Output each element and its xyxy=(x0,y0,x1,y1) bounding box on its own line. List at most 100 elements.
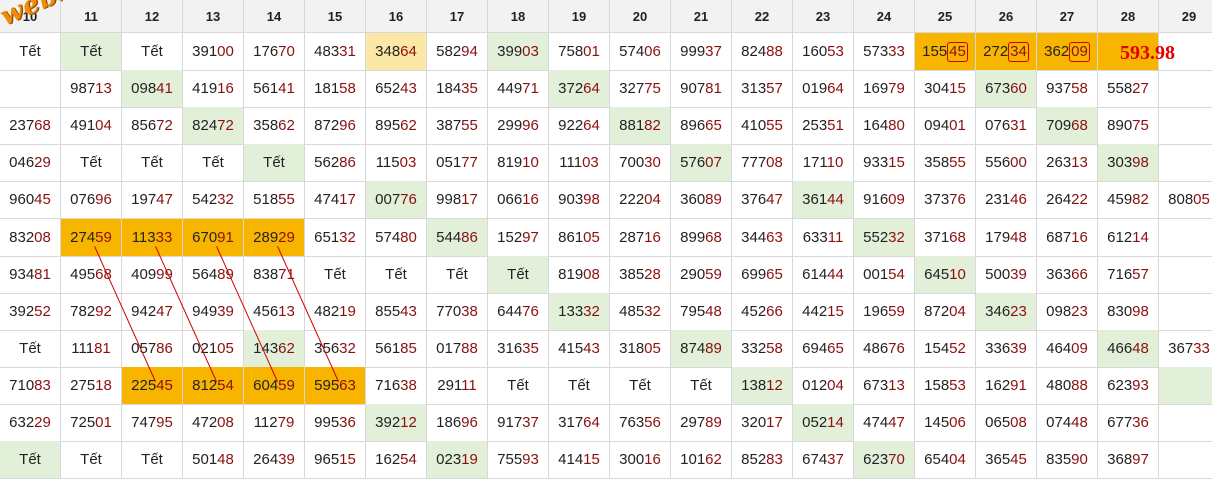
result-cell: 58294 xyxy=(427,33,488,72)
number-head: 999 xyxy=(680,43,706,60)
number-head: 318 xyxy=(619,339,645,357)
number-head: 327 xyxy=(619,80,645,98)
result-cell: 36089 xyxy=(671,181,732,220)
result-cell: 71083 xyxy=(0,366,61,405)
result-cell: 65404 xyxy=(915,441,976,479)
number-tail: 59 xyxy=(705,265,722,283)
column-header: 29 xyxy=(1159,0,1212,33)
number-head: 544 xyxy=(436,228,462,246)
number-tail: 80 xyxy=(400,228,417,246)
column-header: 15 xyxy=(305,0,366,33)
number-head: 830 xyxy=(1107,302,1133,320)
number-tail: 86 xyxy=(461,228,478,246)
number-tail: 48 xyxy=(217,451,234,469)
holiday-label: Tết xyxy=(80,154,102,172)
result-cell: 13332 xyxy=(549,292,610,331)
column-header: 24 xyxy=(854,0,915,33)
number-tail: 53 xyxy=(827,43,844,60)
result-cell: 67736 xyxy=(1098,404,1159,443)
result-cell: 87204 xyxy=(915,292,976,331)
number-tail: 91 xyxy=(1010,376,1027,394)
number-tail: 98 xyxy=(1132,154,1149,172)
result-cell: 01788 xyxy=(427,329,488,368)
number-head: 057 xyxy=(131,339,157,357)
result-cell: 94247 xyxy=(122,292,183,331)
result-cell: 37647 xyxy=(732,181,793,220)
number-head: 052 xyxy=(802,414,828,431)
number-head: 644 xyxy=(497,302,523,320)
number-head: 017 xyxy=(436,339,462,357)
number-tail: 76 xyxy=(522,302,539,320)
number-tail: 03 xyxy=(399,154,417,172)
result-cell: 41543 xyxy=(549,329,610,368)
number-tail: 35 xyxy=(522,339,539,357)
number-head: 645 xyxy=(924,265,950,283)
number-tail: 08 xyxy=(583,265,600,283)
number-head: 160 xyxy=(802,43,828,60)
number-head: 472 xyxy=(192,414,218,431)
number-tail: 53 xyxy=(949,376,966,394)
number-tail: 62 xyxy=(278,117,295,135)
holiday-label: Tết xyxy=(141,451,163,469)
number-tail: 48 xyxy=(705,302,722,320)
number-tail: 17 xyxy=(766,414,783,431)
result-cell: 82488 xyxy=(732,33,793,72)
number-head: 363 xyxy=(1046,265,1072,283)
result-cell: 37168 xyxy=(915,218,976,257)
result-cell: 55827 xyxy=(1098,70,1159,109)
number-head: 385 xyxy=(619,265,645,283)
result-cell: 74795 xyxy=(122,404,183,443)
number-head: 111 xyxy=(559,154,583,172)
result-cell: 70968 xyxy=(1037,107,1098,146)
number-head: 098 xyxy=(131,80,157,98)
result-cell: 62393 xyxy=(1098,366,1159,405)
number-head: 373 xyxy=(924,191,950,209)
result-cell: 39903 xyxy=(488,33,549,72)
result-cell: 22545 xyxy=(122,366,183,405)
result-cell: 91737 xyxy=(488,404,549,443)
result-cell: 27518 xyxy=(61,366,122,405)
column-header: 14 xyxy=(244,0,305,33)
result-cell: 11503 xyxy=(366,144,427,183)
number-head: 500 xyxy=(985,265,1011,283)
number-tail: 54 xyxy=(400,451,417,469)
number-head: 654 xyxy=(924,451,950,469)
number-head: 855 xyxy=(375,302,401,320)
number-head: 917 xyxy=(497,414,523,431)
result-cell: 99937 xyxy=(671,33,732,72)
number-tail: 62 xyxy=(705,451,722,469)
result-cell: 61214 xyxy=(1098,218,1159,257)
result-cell: 88182 xyxy=(610,107,671,146)
result-cell: 30016 xyxy=(610,441,671,479)
result-cell: 63229 xyxy=(0,404,61,443)
number-tail: 96 xyxy=(522,117,539,135)
result-cell: 45982 xyxy=(1098,181,1159,220)
number-tail: 68 xyxy=(34,117,51,135)
number-tail: 29 xyxy=(34,154,51,172)
result-cell: 29059 xyxy=(671,255,732,294)
result-cell: 31764 xyxy=(549,404,610,443)
number-head: 154 xyxy=(924,339,950,357)
number-tail: 52 xyxy=(34,302,51,320)
column-header: 19 xyxy=(549,0,610,33)
number-tail: 64 xyxy=(583,414,600,431)
result-cell: 44971 xyxy=(488,70,549,109)
result-cell: 27459 xyxy=(61,218,122,257)
number-tail: 37 xyxy=(705,43,722,60)
result-cell: 46409 xyxy=(1037,329,1098,368)
result-cell: 81908 xyxy=(549,255,610,294)
number-head: 410 xyxy=(741,117,767,135)
number-head: 176 xyxy=(253,43,279,60)
number-tail: 57 xyxy=(766,80,783,98)
result-cell: 77708 xyxy=(732,144,793,183)
number-head: 143 xyxy=(253,339,279,357)
result-cell: 96045 xyxy=(0,181,61,220)
result-cell: Tết xyxy=(366,255,427,294)
result-cell: 04629 xyxy=(0,144,61,183)
number-tail: 32 xyxy=(644,302,661,320)
result-cell: 41055 xyxy=(732,107,793,146)
result-cell: 67091 xyxy=(183,218,244,257)
number-tail: 70 xyxy=(278,43,295,60)
result-cell: 71638 xyxy=(366,366,427,405)
number-head: 710 xyxy=(9,376,35,394)
